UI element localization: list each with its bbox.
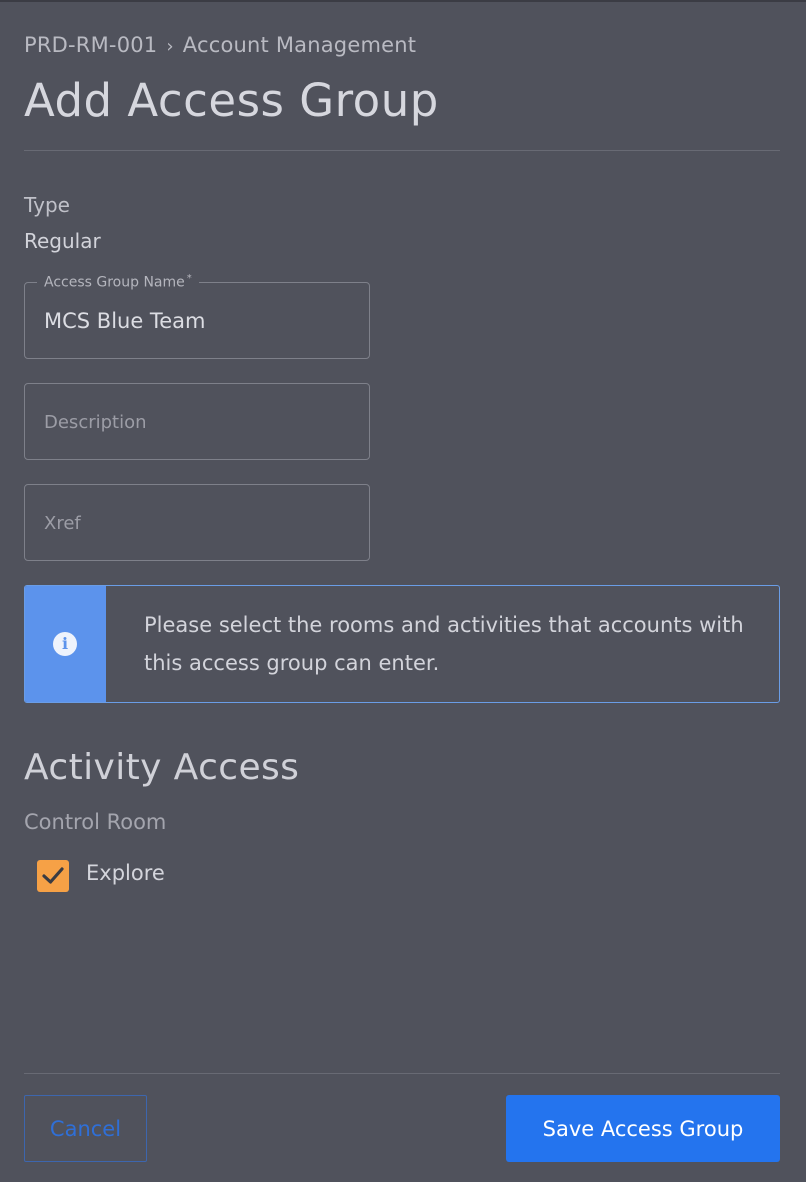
breadcrumb-current[interactable]: Account Management — [183, 33, 416, 57]
description-placeholder: Description — [44, 412, 147, 433]
checkmark-icon — [42, 867, 64, 884]
type-value: Regular — [24, 229, 101, 253]
header-divider — [24, 150, 780, 151]
access-group-name-label: Access Group Name * — [37, 273, 199, 291]
access-group-name-field[interactable]: Access Group Name * MCS Blue Team — [24, 273, 370, 359]
breadcrumb: PRD-RM-001 › Account Management — [24, 33, 416, 57]
xref-placeholder: Xref — [44, 513, 81, 534]
room-heading: Control Room — [24, 810, 167, 834]
activity-access-title: Activity Access — [24, 747, 300, 788]
info-icon: i — [53, 632, 77, 656]
info-message: Please select the rooms and activities t… — [144, 613, 744, 675]
xref-field[interactable]: Xref — [24, 484, 370, 561]
footer-divider — [24, 1073, 780, 1074]
window-top-edge — [0, 0, 806, 2]
cancel-button[interactable]: Cancel — [24, 1095, 147, 1162]
required-mark: * — [186, 273, 192, 284]
info-banner: i Please select the rooms and activities… — [24, 585, 780, 703]
explore-label[interactable]: Explore — [86, 861, 165, 885]
page-title: Add Access Group — [24, 74, 439, 127]
info-stripe: i — [25, 586, 106, 702]
description-field[interactable]: Description — [24, 383, 370, 460]
breadcrumb-parent-link[interactable]: PRD-RM-001 — [24, 33, 157, 57]
breadcrumb-separator: › — [166, 36, 174, 57]
type-label: Type — [24, 193, 70, 217]
save-access-group-button[interactable]: Save Access Group — [506, 1095, 780, 1162]
explore-checkbox[interactable] — [37, 860, 69, 892]
access-group-name-input[interactable]: MCS Blue Team — [44, 309, 205, 333]
